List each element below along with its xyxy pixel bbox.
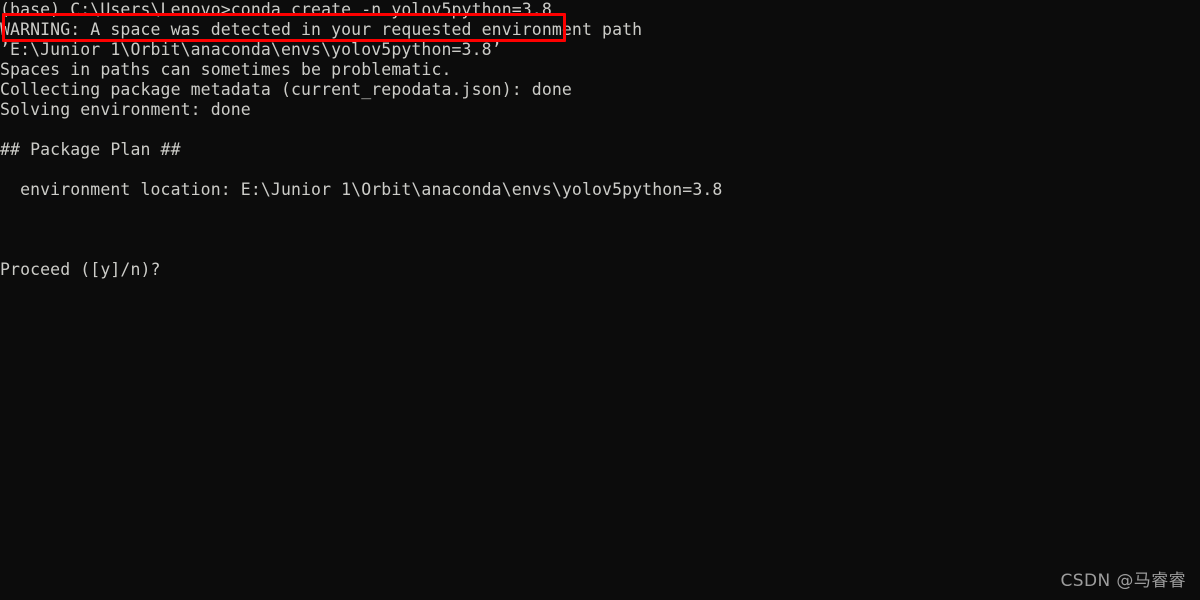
console-line: (base) C:\Users\Lenovo>conda create -n y… bbox=[0, 0, 552, 19]
console-line-confirm-prompt: Proceed ([y]/n)? bbox=[0, 260, 161, 279]
console-line: Solving environment: done bbox=[0, 100, 251, 119]
csdn-watermark: CSDN @马睿睿 bbox=[1060, 571, 1186, 591]
console-line: Spaces in paths can sometimes be problem… bbox=[0, 60, 452, 79]
console-line-blank bbox=[0, 240, 1200, 260]
console-line: ’E:\Junior 1\Orbit\anaconda\envs\yolov5p… bbox=[0, 40, 502, 59]
console-line: environment location: E:\Junior 1\Orbit\… bbox=[0, 180, 723, 199]
terminal-window[interactable]: (base) C:\Users\Lenovo>conda create -n y… bbox=[0, 0, 1200, 600]
console-line-blank bbox=[0, 200, 1200, 220]
console-line: ## Package Plan ## bbox=[0, 140, 181, 159]
console-line-blank bbox=[0, 220, 1200, 240]
console-line-blank bbox=[0, 120, 1200, 140]
console-output[interactable]: (base) C:\Users\Lenovo>conda create -n y… bbox=[0, 0, 1200, 280]
console-line: WARNING: A space was detected in your re… bbox=[0, 20, 643, 39]
console-line-blank bbox=[0, 160, 1200, 180]
console-line: Collecting package metadata (current_rep… bbox=[0, 80, 572, 99]
